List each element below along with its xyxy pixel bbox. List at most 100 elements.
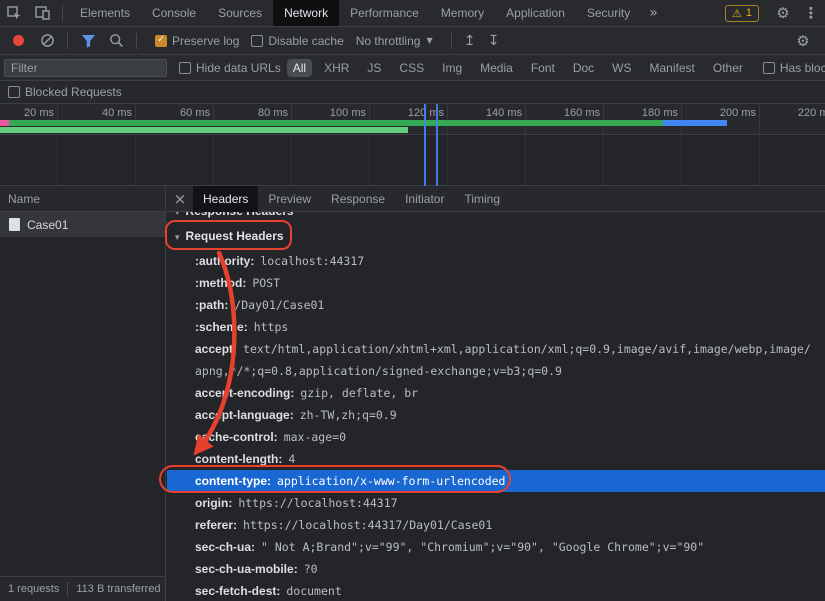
filter-chip-xhr[interactable]: XHR	[318, 59, 355, 77]
timeline-label: 20 ms	[24, 107, 54, 119]
warnings-badge[interactable]: ⚠ 1	[725, 4, 759, 22]
throttling-select[interactable]: No throttling ▼	[356, 34, 433, 48]
preserve-log-label: Preserve log	[172, 33, 240, 48]
header-name: :authority:	[195, 254, 255, 268]
tab-elements[interactable]: Elements	[69, 0, 141, 26]
filter-chip-all[interactable]: All	[286, 58, 313, 77]
check-icon: ✓	[157, 35, 165, 45]
inspect-element-icon[interactable]	[0, 0, 28, 26]
disclosure-triangle-icon: ▾	[175, 233, 180, 243]
dtab-initiator[interactable]: Initiator	[395, 186, 454, 212]
header-row-content-type-selected[interactable]: content-type: application/x-www-form-urle…	[167, 470, 825, 492]
header-value: /Day01/Case01	[234, 298, 325, 312]
document-file-icon	[9, 218, 20, 231]
preserve-log-checkbox[interactable]: ✓ Preserve log	[155, 34, 239, 48]
dtab-preview[interactable]: Preview	[258, 186, 321, 212]
timeline-label: 220 ms	[797, 107, 825, 119]
tab-console[interactable]: Console	[141, 0, 207, 26]
filter-chip-other[interactable]: Other	[707, 59, 749, 77]
more-panels-icon[interactable]: »	[641, 0, 666, 26]
toolbar-separator	[67, 32, 68, 49]
network-overview-ruler[interactable]: 20 ms 40 ms 60 ms 80 ms 100 ms 120 ms 14…	[0, 104, 825, 135]
header-row[interactable]: accept-language: zh-TW,zh;q=0.9	[167, 404, 825, 426]
record-network-log-icon[interactable]	[13, 35, 24, 46]
dtab-timing[interactable]: Timing	[454, 186, 510, 212]
header-row[interactable]: :method: POST	[167, 272, 825, 294]
header-row[interactable]: accept: text/html,application/xhtml+xml,a…	[167, 338, 825, 382]
more-menu-icon[interactable]: ⋮	[797, 0, 825, 26]
settings-gear-icon[interactable]: ⚙	[769, 0, 797, 26]
header-value: 4	[288, 452, 296, 466]
filter-input[interactable]	[4, 58, 167, 77]
header-value: document	[286, 584, 342, 598]
search-icon[interactable]	[102, 28, 130, 54]
device-toolbar-icon[interactable]	[28, 0, 56, 26]
tab-security[interactable]: Security	[576, 0, 641, 26]
section-title-label: Request Headers	[185, 229, 284, 243]
filter-chip-font[interactable]: Font	[525, 59, 561, 77]
overview-bar-bottom	[0, 127, 408, 133]
name-column-header[interactable]: Name	[0, 186, 165, 212]
headers-scroll-area[interactable]: ▾ Response Headers ▾ Request Headers :auth…	[167, 212, 825, 601]
blocked-requests-row: Blocked Requests	[0, 81, 825, 104]
header-value: localhost:44317	[260, 254, 365, 268]
header-name: accept:	[195, 342, 238, 356]
header-row[interactable]: :authority: localhost:44317	[167, 250, 825, 272]
header-row[interactable]: sec-ch-ua: " Not A;Brand";v="99", "Chromi…	[167, 536, 825, 558]
filter-chip-img[interactable]: Img	[436, 59, 468, 77]
disable-cache-checkbox[interactable]: Disable cache	[251, 34, 344, 48]
filter-icon[interactable]	[74, 28, 102, 54]
throttling-value: No throttling	[355, 33, 421, 48]
blocked-requests-checkbox[interactable]: Blocked Requests	[8, 85, 122, 99]
clear-network-log-icon[interactable]	[33, 28, 61, 54]
has-blocked-cookies-checkbox[interactable]: Has blocked cookies	[762, 61, 825, 75]
filter-chip-js[interactable]: JS	[361, 59, 387, 77]
header-value: https://localhost:44317	[238, 496, 398, 510]
header-row[interactable]: content-length: 4	[167, 448, 825, 470]
dtab-response[interactable]: Response	[321, 186, 395, 212]
hide-data-urls-checkbox[interactable]: Hide data URLs	[179, 61, 281, 75]
devtools-main-toolbar: Elements Console Sources Network Perform…	[0, 0, 825, 27]
header-row[interactable]: cache-control: max-age=0	[167, 426, 825, 448]
header-name: cache-control:	[195, 430, 278, 444]
filter-chip-css[interactable]: CSS	[393, 59, 430, 77]
warning-icon: ⚠	[732, 6, 742, 20]
header-row[interactable]: sec-ch-ua-mobile: ?0	[167, 558, 825, 580]
header-row[interactable]: referer: https://localhost:44317/Day01/Ca…	[167, 514, 825, 536]
network-settings-gear-icon[interactable]: ⚙	[789, 28, 817, 54]
overview-segment-green-light	[0, 127, 408, 133]
request-count: 1 requests	[8, 583, 60, 595]
filter-chip-doc[interactable]: Doc	[567, 59, 600, 77]
header-row[interactable]: :path: /Day01/Case01	[167, 294, 825, 316]
response-headers-section-clipped[interactable]: ▾ Response Headers	[175, 212, 294, 221]
header-value: https	[253, 320, 289, 334]
checkbox-unchecked	[8, 86, 20, 98]
header-row[interactable]: sec-fetch-dest: document	[167, 580, 825, 601]
filter-chip-ws[interactable]: WS	[606, 59, 637, 77]
tab-application[interactable]: Application	[495, 0, 576, 26]
tab-performance[interactable]: Performance	[339, 0, 430, 26]
dtab-headers[interactable]: Headers	[193, 185, 259, 212]
header-value: text/html,application/xhtml+xml,applicat…	[195, 342, 811, 378]
tab-sources[interactable]: Sources	[207, 0, 273, 26]
filter-chip-manifest[interactable]: Manifest	[644, 59, 701, 77]
blocked-requests-label: Blocked Requests	[25, 85, 122, 99]
header-row[interactable]: accept-encoding: gzip, deflate, br	[167, 382, 825, 404]
tab-memory[interactable]: Memory	[430, 0, 495, 26]
close-details-icon[interactable]: ×	[167, 186, 193, 212]
load-event-marker	[436, 104, 438, 186]
request-row-case01[interactable]: Case01	[0, 212, 165, 237]
overview-bar-top	[0, 120, 727, 126]
timeline-label: 40 ms	[102, 107, 132, 119]
import-har-icon[interactable]: ↥	[458, 33, 482, 49]
header-row[interactable]: origin: https://localhost:44317	[167, 492, 825, 514]
tab-network[interactable]: Network	[273, 0, 340, 26]
request-name: Case01	[27, 217, 69, 232]
waterfall-empty-area	[0, 135, 825, 186]
export-har-icon[interactable]: ↧	[482, 33, 506, 49]
header-row[interactable]: :scheme: https	[167, 316, 825, 338]
header-name: sec-fetch-dest:	[195, 584, 281, 598]
dom-content-loaded-marker	[424, 104, 426, 186]
header-name: :path:	[195, 298, 229, 312]
filter-chip-media[interactable]: Media	[474, 59, 519, 77]
